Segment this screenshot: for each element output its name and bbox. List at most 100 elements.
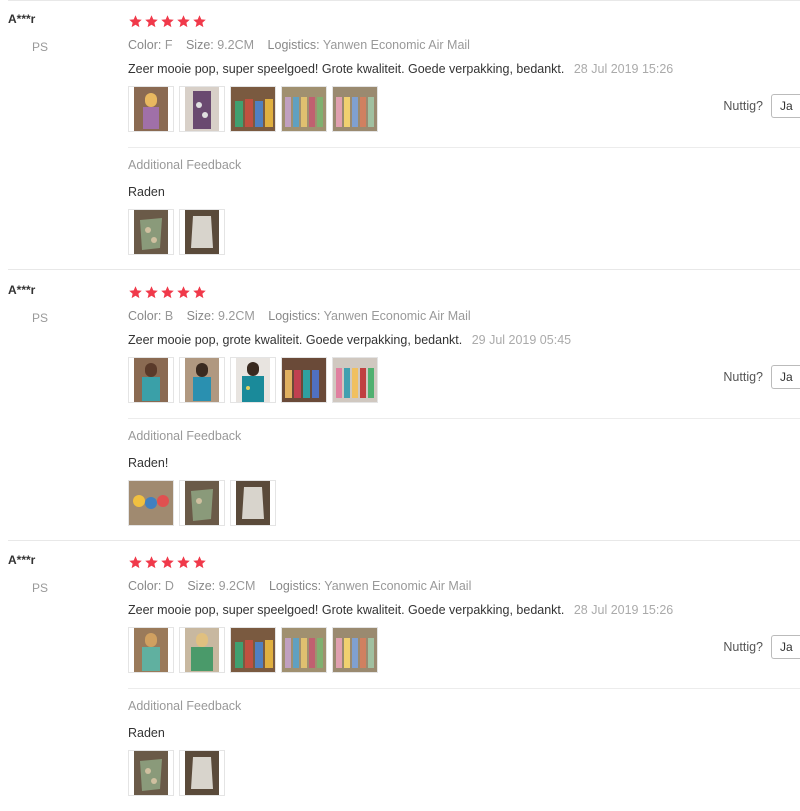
- review-photo[interactable]: [230, 357, 276, 403]
- helpful-yes-button[interactable]: Ja: [771, 365, 800, 389]
- review-comment: Zeer mooie pop, super speelgoed! Grote k…: [128, 603, 673, 617]
- star-rating: [128, 555, 207, 570]
- additional-comment: Raden: [128, 726, 165, 740]
- size-value: 9.2CM: [217, 309, 255, 323]
- photo-strip: [128, 86, 378, 132]
- helpful-label: Nuttig?: [723, 370, 763, 384]
- review-photo[interactable]: [281, 357, 327, 403]
- review-photo[interactable]: [128, 357, 174, 403]
- review-photo[interactable]: [128, 86, 174, 132]
- comment-text: Zeer mooie pop, grote kwaliteit. Goede v…: [128, 333, 463, 347]
- review-photo[interactable]: [128, 627, 174, 673]
- review-comment: Zeer mooie pop, super speelgoed! Grote k…: [128, 62, 673, 76]
- review-photo[interactable]: [332, 357, 378, 403]
- review-photo[interactable]: [332, 627, 378, 673]
- star-icon: [177, 556, 190, 569]
- additional-feedback-title: Additional Feedback: [128, 429, 242, 443]
- additional-feedback-title: Additional Feedback: [128, 158, 242, 172]
- color-label: Color:: [128, 38, 162, 52]
- color-label: Color:: [128, 579, 162, 593]
- star-icon: [129, 15, 142, 28]
- additional-photo[interactable]: [179, 209, 225, 255]
- size-label: Size:: [186, 309, 215, 323]
- color-value: D: [164, 579, 174, 593]
- helpful-yes-button[interactable]: Ja: [771, 635, 800, 659]
- star-rating: [128, 285, 207, 300]
- additional-photo[interactable]: [128, 209, 174, 255]
- star-icon: [193, 556, 206, 569]
- color-value: F: [164, 38, 173, 52]
- order-info: Color: B Size: 9.2CM Logistics: Yanwen E…: [128, 309, 471, 323]
- star-icon: [129, 286, 142, 299]
- logistics-value: Yanwen Economic Air Mail: [324, 579, 472, 593]
- additional-photo-strip: [128, 209, 225, 255]
- photo-strip: [128, 357, 378, 403]
- helpful-yes-button[interactable]: Ja: [771, 94, 800, 118]
- color-label: Color:: [128, 309, 162, 323]
- order-info: Color: D Size: 9.2CM Logistics: Yanwen E…: [128, 579, 471, 593]
- star-icon: [129, 556, 142, 569]
- section-divider: [128, 688, 800, 689]
- additional-comment: Raden: [128, 185, 165, 199]
- review-date: 28 Jul 2019 15:26: [573, 62, 674, 76]
- additional-photo[interactable]: [179, 480, 225, 526]
- size-value: 9.2CM: [217, 38, 255, 52]
- star-icon: [161, 556, 174, 569]
- photo-strip: [128, 627, 378, 673]
- review-photo[interactable]: [281, 627, 327, 673]
- star-icon: [145, 286, 158, 299]
- star-icon: [193, 15, 206, 28]
- additional-photo-strip: [128, 750, 225, 796]
- size-label: Size:: [187, 579, 216, 593]
- review-photo[interactable]: [179, 627, 225, 673]
- logistics-value: Yanwen Economic Air Mail: [322, 38, 470, 52]
- order-info: Color: F Size: 9.2CM Logistics: Yanwen E…: [128, 38, 470, 52]
- comment-text: Zeer mooie pop, super speelgoed! Grote k…: [128, 62, 565, 76]
- user-country: PS: [32, 581, 49, 595]
- additional-photo[interactable]: [230, 480, 276, 526]
- review-item: A***r PS Color: B Size: 9.2CM Logistics:…: [0, 271, 800, 541]
- additional-photo[interactable]: [128, 750, 174, 796]
- user-country: PS: [32, 40, 49, 54]
- review-comment: Zeer mooie pop, grote kwaliteit. Goede v…: [128, 333, 571, 347]
- review-date: 28 Jul 2019 15:26: [573, 603, 674, 617]
- helpful-label: Nuttig?: [723, 99, 763, 113]
- section-divider: [128, 418, 800, 419]
- star-icon: [161, 15, 174, 28]
- size-value: 9.2CM: [218, 579, 256, 593]
- helpful-vote: Nuttig? Ja: [723, 94, 800, 118]
- review-item: A***r PS Color: D Size: 9.2CM Logistics:…: [0, 541, 800, 811]
- review-photo[interactable]: [230, 86, 276, 132]
- user-name: A***r: [8, 553, 36, 567]
- star-icon: [177, 15, 190, 28]
- review-photo[interactable]: [332, 86, 378, 132]
- additional-comment: Raden!: [128, 456, 169, 470]
- helpful-vote: Nuttig? Ja: [723, 635, 800, 659]
- star-icon: [161, 286, 174, 299]
- helpful-label: Nuttig?: [723, 640, 763, 654]
- review-photo[interactable]: [179, 86, 225, 132]
- additional-photo[interactable]: [128, 480, 174, 526]
- logistics-label: Logistics:: [267, 38, 320, 52]
- additional-feedback-title: Additional Feedback: [128, 699, 242, 713]
- review-item: A***r PS Color: F Size: 9.2CM Logistics:…: [0, 0, 800, 270]
- review-date: 29 Jul 2019 05:45: [471, 333, 572, 347]
- star-icon: [177, 286, 190, 299]
- review-divider: [8, 269, 800, 270]
- star-icon: [145, 556, 158, 569]
- logistics-value: Yanwen Economic Air Mail: [323, 309, 471, 323]
- user-name: A***r: [8, 283, 36, 297]
- user-name: A***r: [8, 12, 36, 26]
- review-photo[interactable]: [281, 86, 327, 132]
- additional-photo[interactable]: [179, 750, 225, 796]
- logistics-label: Logistics:: [268, 579, 322, 593]
- star-rating: [128, 14, 207, 29]
- user-country: PS: [32, 311, 49, 325]
- review-photo[interactable]: [230, 627, 276, 673]
- logistics-label: Logistics:: [268, 309, 321, 323]
- size-label: Size:: [185, 38, 214, 52]
- star-icon: [145, 15, 158, 28]
- star-icon: [193, 286, 206, 299]
- review-photo[interactable]: [179, 357, 225, 403]
- additional-photo-strip: [128, 480, 276, 526]
